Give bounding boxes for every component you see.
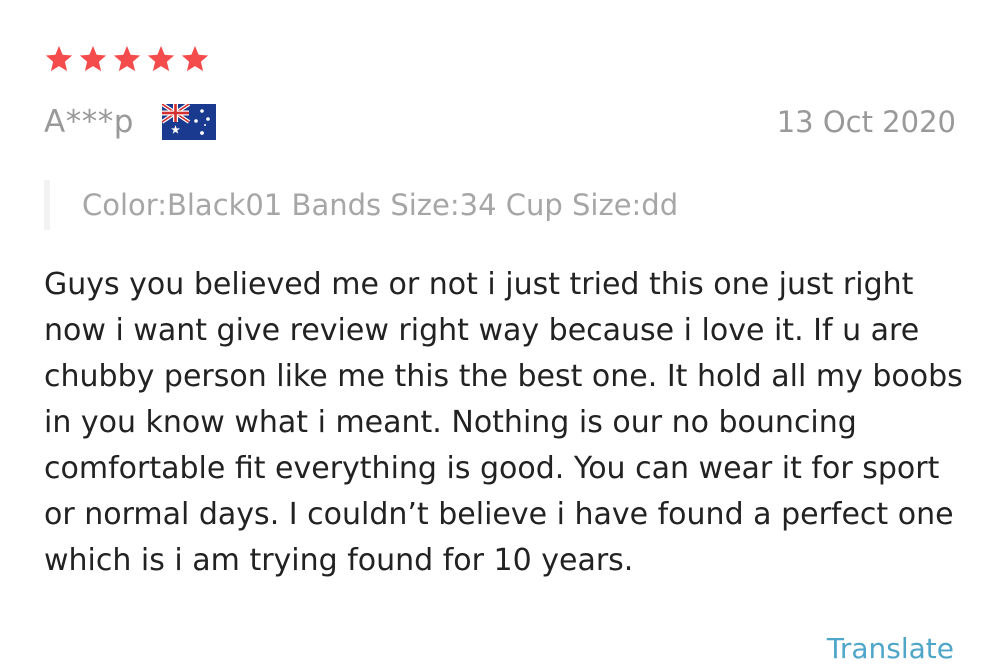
review-date: 13 Oct 2020 <box>776 105 956 139</box>
review-meta: A***p 13 Oct 2020 <box>44 100 956 144</box>
star-icon <box>181 45 209 72</box>
rating-stars <box>44 44 210 74</box>
review-text: Guys you believed me or not i just tried… <box>44 267 963 578</box>
reviewer-name: A***p <box>44 104 134 140</box>
translate-link[interactable]: Translate <box>827 630 954 668</box>
star-icon <box>45 45 73 72</box>
australia-flag-icon <box>162 104 216 140</box>
sku-divider <box>44 180 50 230</box>
star-icon <box>79 45 107 72</box>
star-icon <box>113 45 141 72</box>
review-card: A***p 13 Oct 2020 Color:Black01 Bands Si… <box>0 0 1000 672</box>
star-icon <box>147 45 175 72</box>
sku-info: Color:Black01 Bands Size:34 Cup Size:dd <box>44 180 678 230</box>
sku-text: Color:Black01 Bands Size:34 Cup Size:dd <box>82 188 679 222</box>
